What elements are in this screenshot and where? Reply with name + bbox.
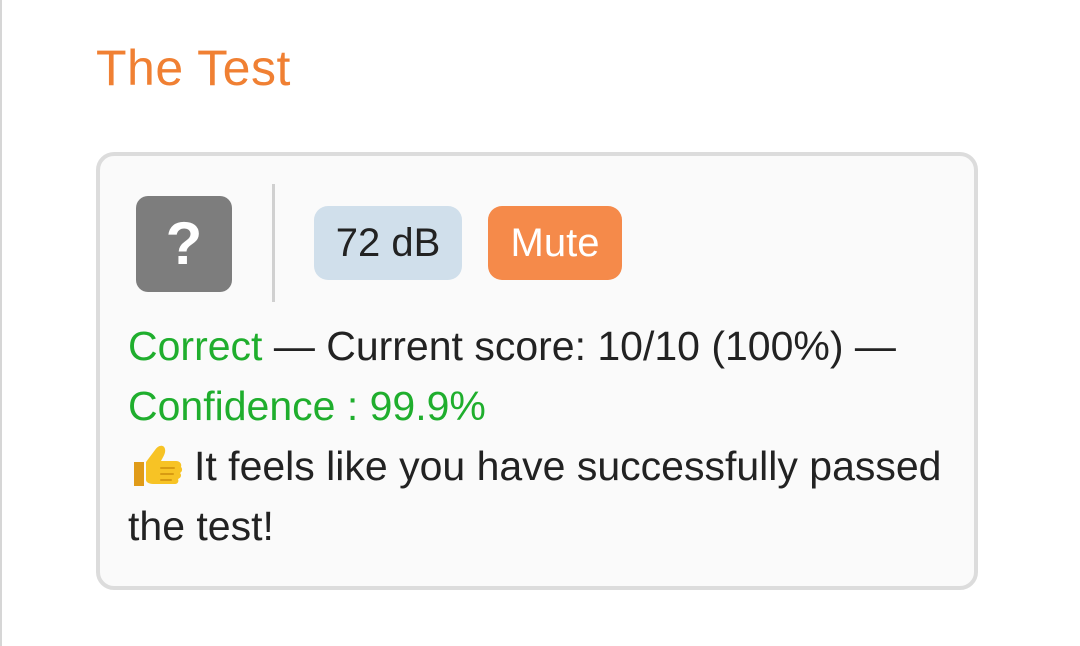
confidence-line: Confidence : 99.9% (128, 383, 486, 429)
thumbs-up-icon (134, 445, 183, 486)
mute-button[interactable]: Mute (488, 206, 622, 280)
results-panel: Correct — Current score: 10/10 (100%) — … (128, 316, 958, 556)
question-mark-icon: ? (165, 210, 203, 277)
result-status: Correct (128, 323, 263, 369)
help-question-button[interactable]: ? (136, 196, 232, 292)
success-message: It feels like you have successfully pass… (128, 436, 958, 556)
separator: — (262, 323, 327, 369)
vertical-divider (272, 184, 275, 302)
current-score: Current score: 10/10 (100%) (326, 323, 844, 369)
page-left-border (0, 0, 2, 646)
trailing-separator: — (843, 323, 896, 369)
test-card: ? 72 dB Mute Correct — Current score: 10… (96, 152, 978, 590)
score-line: Correct — Current score: 10/10 (100%) — (128, 316, 958, 376)
sound-level-badge: 72 dB (314, 206, 462, 280)
success-message-text: It feels like you have successfully pass… (128, 443, 942, 549)
page-title: The Test (96, 40, 291, 96)
